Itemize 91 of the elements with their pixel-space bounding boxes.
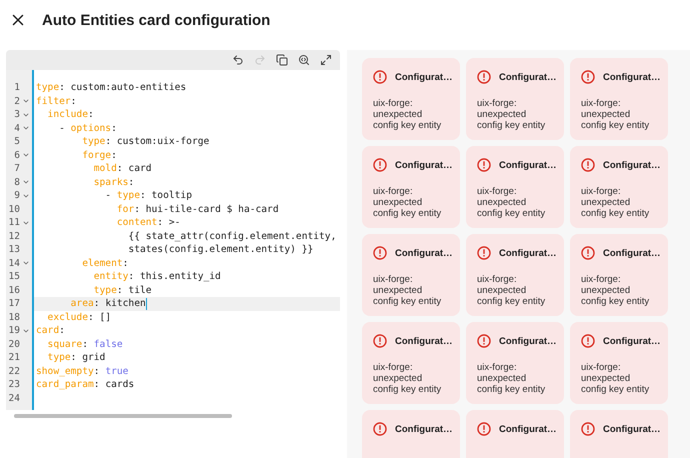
- error-message: uix-forge: unexpected config key entity: [581, 362, 650, 395]
- code-line: card_param: cards: [35, 378, 136, 392]
- card-title: Configurat…: [499, 336, 557, 346]
- code-line: states(config.element.entity) }}: [127, 243, 314, 256]
- code-line: include:: [46, 108, 95, 122]
- card-title: Configurat…: [603, 72, 661, 82]
- code-line: mold: card: [92, 162, 153, 176]
- alert-circle-icon: [581, 334, 595, 348]
- line-number: 14: [8, 258, 21, 269]
- text-cursor: [146, 298, 148, 310]
- line-number: 20: [8, 338, 21, 350]
- alert-circle-icon: [373, 158, 387, 172]
- code-line: - type: tooltip: [104, 189, 193, 202]
- card-title: Configurat…: [499, 248, 557, 258]
- card-title: Configurat…: [499, 424, 557, 434]
- scrollbar-thumb[interactable]: [14, 414, 232, 418]
- alert-circle-icon: [373, 70, 387, 84]
- line-number: 3: [13, 109, 21, 120]
- alert-circle-icon: [581, 422, 595, 436]
- code-line: type: tile: [92, 284, 153, 297]
- line-number: 7: [13, 163, 21, 174]
- card-title: Configurat…: [395, 248, 453, 258]
- card-title: Configurat…: [395, 72, 453, 82]
- alert-circle-icon: [373, 334, 387, 348]
- code-line: sparks:: [92, 176, 136, 189]
- card-title: Configurat…: [603, 424, 661, 434]
- code-line: filter:: [35, 94, 78, 108]
- line-number: 17: [8, 298, 21, 310]
- alert-circle-icon: [477, 70, 491, 84]
- code-line: entity: this.entity_id: [92, 270, 222, 284]
- error-message: uix-forge: unexpected config key entity: [581, 186, 650, 219]
- alert-circle-icon: [477, 158, 491, 172]
- alert-circle-icon: [373, 422, 387, 436]
- line-number: 10: [8, 204, 21, 215]
- code-line: exclude: []: [46, 310, 112, 324]
- card-title: Configurat…: [499, 72, 557, 82]
- line-number: 23: [8, 379, 21, 390]
- line-number: 8: [13, 176, 21, 188]
- line-number: 15: [8, 271, 21, 282]
- error-message: uix-forge: unexpected config key entity: [477, 362, 546, 395]
- dialog-title: Auto Entities card configuration: [42, 12, 270, 28]
- line-number: 13: [8, 244, 21, 256]
- alert-circle-icon: [581, 70, 595, 84]
- line-number: 12: [8, 230, 21, 242]
- code-line: type: grid: [46, 351, 106, 364]
- code-line: square: false: [46, 338, 124, 351]
- line-number: 24: [8, 392, 21, 404]
- error-message: uix-forge: unexpected config key entity: [373, 186, 442, 219]
- line-number: 22: [8, 366, 21, 377]
- code-line: element:: [81, 256, 130, 270]
- code-line: - options:: [58, 122, 118, 135]
- alert-circle-icon: [477, 246, 491, 260]
- error-message: uix-forge: unexpected config key entity: [477, 186, 546, 219]
- line-number: 6: [13, 150, 21, 161]
- line-number: 18: [8, 312, 21, 323]
- code-line: card:: [35, 324, 66, 338]
- alert-circle-icon: [477, 422, 491, 436]
- code-line: for: hui-tile-card $ ha-card: [116, 202, 280, 216]
- line-number: 5: [13, 136, 21, 148]
- error-message: uix-forge: unexpected config key entity: [581, 98, 650, 131]
- card-title: Configurat…: [395, 336, 453, 346]
- error-message: uix-forge: unexpected config key entity: [373, 362, 442, 395]
- error-message: uix-forge: unexpected config key entity: [373, 274, 442, 307]
- error-message: uix-forge: unexpected config key entity: [477, 98, 546, 131]
- card-title: Configurat…: [603, 160, 661, 170]
- error-message: uix-forge: unexpected config key entity: [477, 274, 546, 307]
- line-number: 16: [8, 284, 21, 296]
- error-message: uix-forge: unexpected config key entity: [581, 274, 650, 307]
- code-line: type: custom:uix-forge: [81, 135, 210, 148]
- code-line: content: >-: [116, 216, 182, 230]
- line-number: 9: [13, 190, 21, 202]
- alert-circle-icon: [581, 158, 595, 172]
- card-title: Configurat…: [499, 160, 557, 170]
- line-number: 11: [8, 217, 21, 228]
- line-number: 19: [8, 325, 21, 336]
- error-message: uix-forge: unexpected config key entity: [373, 98, 442, 131]
- code-line: show_empty: true: [35, 364, 130, 378]
- line-number: 2: [13, 96, 21, 107]
- card-title: Configurat…: [603, 248, 661, 258]
- alert-circle-icon: [373, 246, 387, 260]
- line-number: 21: [8, 352, 21, 364]
- card-title: Configurat…: [603, 336, 661, 346]
- line-number: 4: [13, 122, 21, 134]
- code-line: type: custom:auto-entities: [35, 81, 188, 94]
- code-line: {{ state_attr(config.element.entity,: [127, 230, 338, 243]
- code-line: forge:: [81, 148, 118, 162]
- card-title: Configurat…: [395, 424, 453, 434]
- line-number: 1: [13, 82, 21, 94]
- card-title: Configurat…: [395, 160, 453, 170]
- alert-circle-icon: [477, 334, 491, 348]
- alert-circle-icon: [581, 246, 595, 260]
